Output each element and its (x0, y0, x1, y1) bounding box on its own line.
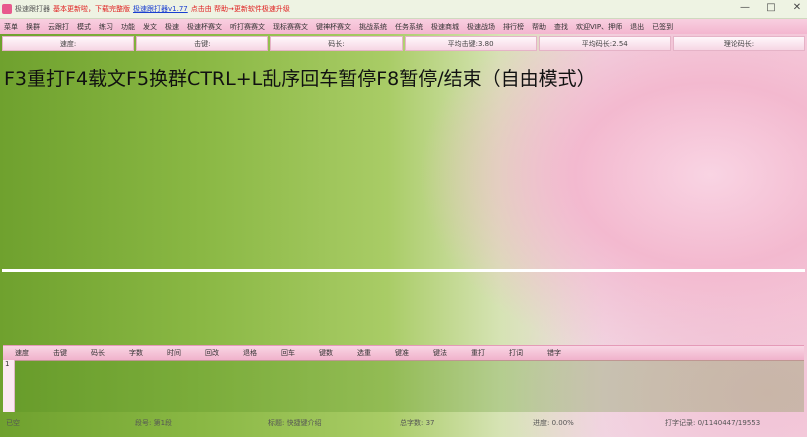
stat-avg-code-length: 平均码长:2.54 (538, 36, 671, 51)
menu-item-send-text[interactable]: 发文 (139, 22, 161, 32)
stat-keystroke: 击键: (136, 36, 269, 51)
stat-code-length: 码长: (270, 36, 403, 51)
typing-input-area[interactable] (2, 273, 805, 339)
shortcut-banner: F3重打F4载文F5换群CTRL+L乱序回车暂停F8暂停/结束（自由模式） (4, 68, 596, 90)
app-name: 极速跟打器 (15, 5, 50, 13)
menu-item-main[interactable]: 菜单 (0, 22, 22, 32)
close-button[interactable]: ✕ (791, 2, 803, 13)
col-keystroke[interactable]: 击键 (41, 348, 79, 358)
menu-item-challenge[interactable]: 挑战系统 (355, 22, 391, 32)
status-bar: 已空 段号: 第1段 标题: 快捷键介绍 总字数: 37 进度: 0.00% 打… (0, 414, 807, 430)
status-title: 标题: 快捷键介绍 (268, 419, 322, 427)
menu-item-cloud-type[interactable]: 云跟打 (44, 22, 73, 32)
col-speed[interactable]: 速度 (3, 348, 41, 358)
update-notice: 基本更新啦，下载完整版 (53, 5, 130, 13)
col-errors[interactable]: 错字 (535, 348, 573, 358)
status-state: 已空 (6, 419, 20, 427)
stats-bar: 速度: 击键: 码长: 平均击键:3.80 平均码长:2.54 理论码长: (2, 36, 806, 51)
col-time[interactable]: 时间 (155, 348, 193, 358)
status-total: 总字数: 37 (400, 419, 435, 427)
menu-item-mark-contest[interactable]: 现标赛赛文 (269, 22, 312, 32)
menu-item-vip[interactable]: 欢迎VIP、押师 (572, 22, 626, 32)
title-bar: 极速跟打器 基本更新啦，下载完整版 极速跟打器v1.77 点击由 帮助→更新软件… (0, 0, 807, 19)
col-select[interactable]: 选重 (345, 348, 383, 358)
status-record: 打字记录: 0/1140447/19553 (665, 419, 761, 427)
menu-item-key-god-cup[interactable]: 键神杯赛文 (312, 22, 355, 32)
menu-item-exit[interactable]: 退出 (626, 22, 648, 32)
menu-item-listen-contest[interactable]: 听打赛赛文 (226, 22, 269, 32)
results-grid[interactable]: 1 (3, 360, 804, 412)
update-hint[interactable]: 点击由 帮助→更新软件极速升级 (191, 4, 290, 14)
minimize-button[interactable]: — (739, 2, 751, 13)
stat-avg-keystroke: 平均击键:3.80 (404, 36, 537, 51)
col-revision[interactable]: 回改 (193, 348, 231, 358)
menu-item-find[interactable]: 查找 (550, 22, 572, 32)
row-number: 1 (3, 360, 15, 412)
col-key-count[interactable]: 键数 (307, 348, 345, 358)
col-word-typing[interactable]: 打词 (497, 348, 535, 358)
status-progress: 进度: 0.00% (533, 419, 574, 427)
stat-speed: 速度: (2, 36, 135, 51)
app-icon (2, 4, 12, 14)
col-enter[interactable]: 回车 (269, 348, 307, 358)
menu-item-leaderboard[interactable]: 排行榜 (499, 22, 528, 32)
menu-item-practice[interactable]: 练习 (95, 22, 117, 32)
maximize-button[interactable]: □ (765, 2, 777, 13)
menu-item-tasks[interactable]: 任务系统 (391, 22, 427, 32)
col-key-accuracy[interactable]: 键准 (383, 348, 421, 358)
menu-item-mode[interactable]: 模式 (73, 22, 95, 32)
window-controls: — □ ✕ (739, 2, 803, 13)
menu-item-speed[interactable]: 极速 (161, 22, 183, 32)
text-divider (2, 269, 805, 272)
col-retype[interactable]: 重打 (459, 348, 497, 358)
results-column-header: 速度 击键 码长 字数 时间 回改 退格 回车 键数 选重 键准 键法 重打 打… (3, 345, 804, 361)
status-segment: 段号: 第1段 (135, 419, 173, 427)
stat-theory-code-length: 理论码长: (672, 36, 806, 51)
menu-bar: 菜单 换群 云跟打 模式 练习 功能 发文 极速 极速杯赛文 听打赛赛文 现标赛… (0, 19, 807, 34)
menu-item-switch-group[interactable]: 换群 (22, 22, 44, 32)
col-code-length[interactable]: 码长 (79, 348, 117, 358)
menu-item-shop[interactable]: 极速商城 (427, 22, 463, 32)
download-link[interactable]: 极速跟打器v1.77 (133, 4, 188, 14)
col-key-method[interactable]: 键法 (421, 348, 459, 358)
col-char-count[interactable]: 字数 (117, 348, 155, 358)
menu-item-help[interactable]: 帮助 (528, 22, 550, 32)
menu-item-function[interactable]: 功能 (117, 22, 139, 32)
menu-item-speed-cup[interactable]: 极速杯赛文 (183, 22, 226, 32)
menu-item-signed-in[interactable]: 已签到 (648, 22, 677, 32)
col-backspace[interactable]: 退格 (231, 348, 269, 358)
menu-item-battlefield[interactable]: 极速战场 (463, 22, 499, 32)
